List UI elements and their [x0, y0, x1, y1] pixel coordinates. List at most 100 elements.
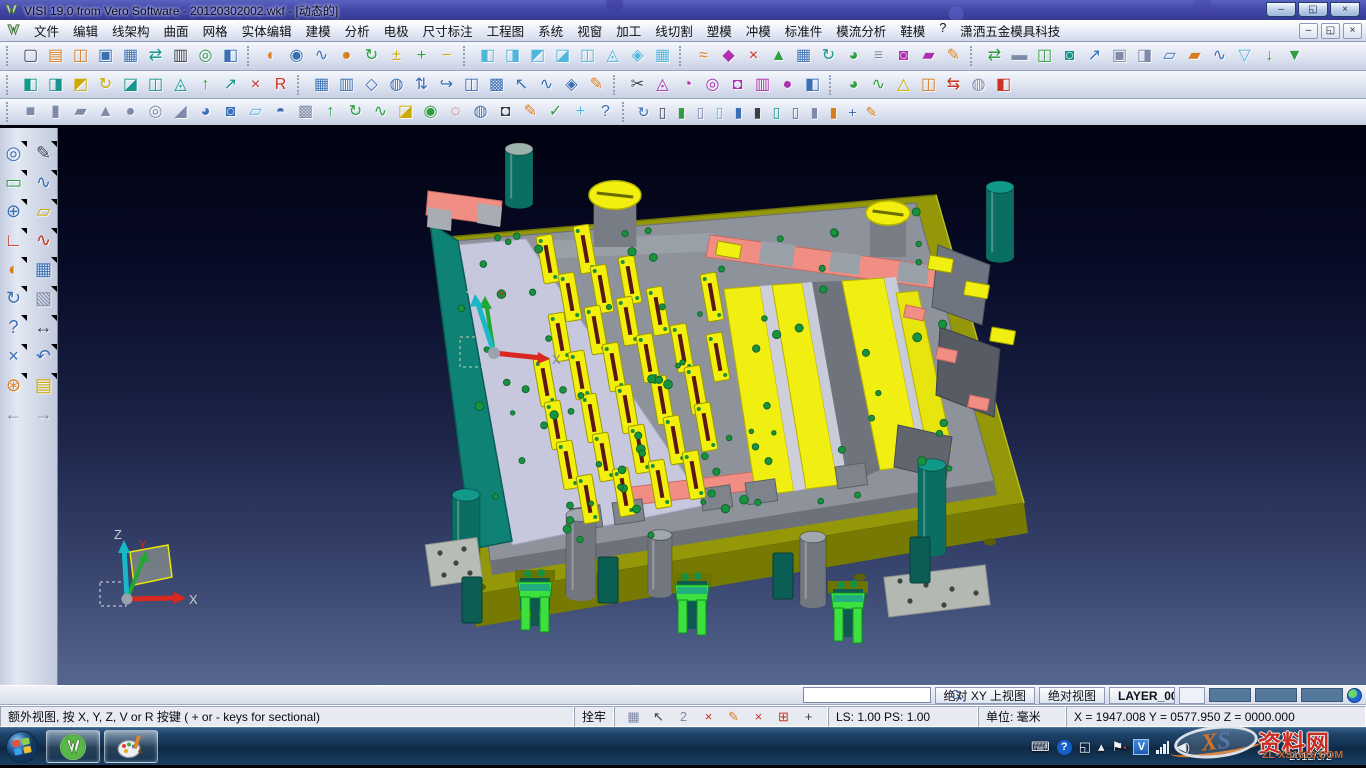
stack-bodies-icon[interactable]: ≡ — [866, 44, 891, 68]
boss-tool-icon[interactable]: ● — [775, 73, 800, 97]
profile-curve-icon[interactable]: ∿ — [1207, 44, 1232, 68]
absolute-xy-top-view-button[interactable]: 绝对 XY 上视图 — [935, 687, 1035, 704]
shaded-view-icon[interactable]: ▧ — [31, 285, 57, 311]
plane-frame-icon[interactable]: ▦ — [309, 73, 334, 97]
analyze-shade-icon[interactable]: ◕ — [841, 73, 866, 97]
new-document-icon[interactable]: ▢ — [18, 44, 43, 68]
minimize-document-button[interactable]: – — [1299, 23, 1318, 39]
menu-item-14[interactable]: 加工 — [609, 19, 648, 42]
offset-face-icon[interactable]: ◎ — [700, 73, 725, 97]
frame-edit-icon[interactable]: ▥ — [334, 73, 359, 97]
preview-zoom-icon[interactable]: ◎ — [193, 44, 218, 68]
lift-face-icon[interactable]: ↑ — [193, 73, 218, 97]
toolbar-grip[interactable] — [463, 46, 472, 66]
color-swatch-3[interactable] — [1301, 688, 1343, 702]
globe-icon[interactable] — [1347, 688, 1362, 703]
split-window-icon[interactable]: ◧ — [218, 44, 243, 68]
save-icon[interactable]: ▣ — [93, 44, 118, 68]
refresh-layers-icon[interactable]: ↻ — [634, 100, 653, 124]
toolbar-grip[interactable] — [297, 75, 306, 95]
menu-item-17[interactable]: 冲模 — [739, 19, 778, 42]
thickness-check-icon[interactable]: ◫ — [916, 73, 941, 97]
draft-angle-icon[interactable]: △ — [891, 73, 916, 97]
previous-view-icon[interactable]: ← — [1, 401, 27, 427]
solid-body-icon[interactable]: ◙ — [891, 44, 916, 68]
n-surface-icon[interactable]: ▦ — [650, 44, 675, 68]
viewport-3d[interactable]: Z X Y Z X Y — [58, 128, 1366, 685]
save-as-icon[interactable]: ▦ — [118, 44, 143, 68]
curvature-icon[interactable]: ∿ — [866, 73, 891, 97]
select-frame-icon[interactable]: ▭ — [1, 169, 27, 195]
facet-face-icon[interactable]: ◇ — [359, 73, 384, 97]
drag-face-icon[interactable]: ↗ — [218, 73, 243, 97]
revolve-solid-icon[interactable]: ↻ — [343, 100, 368, 124]
rib-tool-icon[interactable]: ▥ — [750, 73, 775, 97]
layer-current-icon[interactable]: ▮ — [672, 100, 691, 124]
section-view-icon[interactable]: ◧ — [991, 73, 1016, 97]
undo-icon[interactable]: ↶ — [31, 343, 57, 369]
extract-face-icon[interactable]: ◬ — [168, 73, 193, 97]
print-icon[interactable]: ▥ — [168, 44, 193, 68]
sweep-surface-icon[interactable]: ◨ — [500, 44, 525, 68]
split-half-icon[interactable]: ⇅ — [409, 73, 434, 97]
pick-solid-icon[interactable]: ✎ — [518, 100, 543, 124]
layer-light-icon[interactable]: ▯ — [786, 100, 805, 124]
menu-item-12[interactable]: 系统 — [531, 19, 570, 42]
pull-surface-icon[interactable]: ↖ — [509, 73, 534, 97]
layer-hidden-icon[interactable]: ▯ — [710, 100, 729, 124]
minimize-window-button[interactable]: – — [1266, 2, 1296, 17]
hide-entities-icon[interactable]: − — [434, 44, 459, 68]
toolbar-grip[interactable] — [6, 75, 15, 95]
dome-mesh-icon[interactable]: ◍ — [384, 73, 409, 97]
absolute-view-button[interactable]: 绝对视图 — [1039, 687, 1105, 704]
walk-analysis-icon[interactable]: ▲ — [766, 44, 791, 68]
pocket-tool-icon[interactable]: ◘ — [493, 100, 518, 124]
window-popup-icon[interactable]: ◱ — [1079, 739, 1091, 755]
sketch-curve-icon[interactable]: ∿ — [31, 169, 57, 195]
unite-solids-icon[interactable]: ◉ — [418, 100, 443, 124]
move-body-icon[interactable]: ↗ — [1082, 44, 1107, 68]
add-entity-icon[interactable]: ⊞ — [772, 707, 795, 726]
open-model-icon[interactable]: ◫ — [68, 44, 93, 68]
volume-icon[interactable]: ◀) — [1176, 739, 1190, 755]
surface-unfold-icon[interactable]: ◬ — [600, 44, 625, 68]
close-document-button[interactable]: × — [1343, 23, 1362, 39]
color-swatch-1[interactable] — [1209, 688, 1251, 702]
visi-tray-icon[interactable]: V — [1133, 739, 1149, 755]
cone-solid-icon[interactable]: ▲ — [93, 100, 118, 124]
layer-dark-icon[interactable]: ▮ — [748, 100, 767, 124]
wedge-solid-icon[interactable]: ◢ — [168, 100, 193, 124]
view-file-icon[interactable]: ◉ — [284, 44, 309, 68]
box-solid-icon[interactable]: ■ — [18, 100, 43, 124]
sphere-solid-icon[interactable]: ● — [118, 100, 143, 124]
layer-cyan-icon[interactable]: ▯ — [767, 100, 786, 124]
snap-settings-icon[interactable]: ▦ — [622, 707, 645, 726]
machine-block-icon[interactable]: ◙ — [1057, 44, 1082, 68]
zoom-window-icon[interactable]: ◎ — [1, 140, 27, 166]
menu-item-6[interactable]: 实体编辑 — [235, 19, 299, 42]
delete-entity-icon[interactable]: × — [1, 343, 27, 369]
add-wireframe-icon[interactable]: ∿ — [309, 44, 334, 68]
toolbar-grip[interactable] — [6, 46, 15, 66]
attach-solid-icon[interactable]: + — [568, 100, 593, 124]
start-button[interactable] — [2, 729, 42, 765]
restore-document-button[interactable]: ◱ — [1321, 23, 1340, 39]
xray-view-icon[interactable]: ◍ — [966, 73, 991, 97]
menu-item-1[interactable]: 文件 — [27, 19, 66, 42]
menu-item-11[interactable]: 工程图 — [480, 19, 532, 42]
pin-point-icon[interactable]: ◈ — [559, 73, 584, 97]
solid-info-icon[interactable]: ? — [593, 100, 618, 124]
spline-edit-icon[interactable]: ∿ — [31, 227, 57, 253]
origin-plus-icon[interactable]: + — [797, 707, 820, 726]
layer-locked-icon[interactable]: ▮ — [824, 100, 843, 124]
menu-item-8[interactable]: 分析 — [338, 19, 377, 42]
measure-body-icon[interactable]: ◫ — [143, 73, 168, 97]
regen-icon[interactable]: ↻ — [1, 285, 27, 311]
subtract-solids-icon[interactable]: ◌ — [443, 100, 468, 124]
thicken-solid-icon[interactable]: ▩ — [293, 100, 318, 124]
paste-icon[interactable]: ▰ — [1182, 44, 1207, 68]
menu-item-3[interactable]: 线架构 — [105, 19, 157, 42]
layer-blank-icon[interactable]: ▯ — [653, 100, 672, 124]
rotate-body-icon[interactable]: ↻ — [93, 73, 118, 97]
replace-body-icon[interactable]: R — [268, 73, 293, 97]
